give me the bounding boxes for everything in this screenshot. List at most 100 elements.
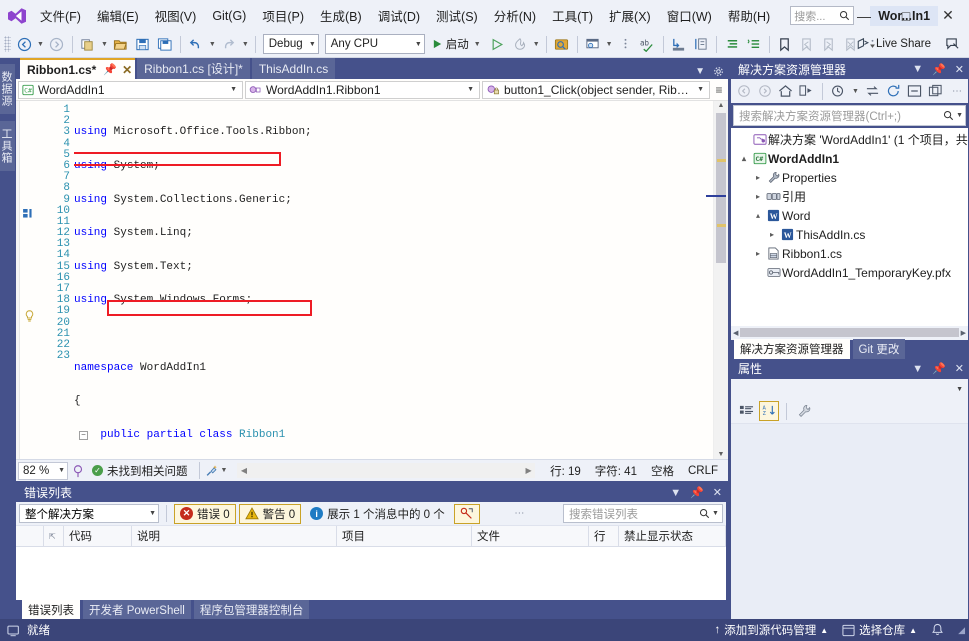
code-cleanup-icon[interactable] <box>204 464 219 478</box>
solution-explorer-horizontal-scrollbar[interactable]: ◀ ▶ <box>731 325 968 340</box>
solution-tree[interactable]: 解决方案 'WordAddIn1' (1 个项目，共 1 ▴ C# WordAd… <box>731 128 968 326</box>
redo-dropdown-icon[interactable]: ▼ <box>240 41 251 48</box>
menu-item-view[interactable]: 视图(V) <box>147 3 205 28</box>
error-scope-combo[interactable]: 整个解决方案 ▼ <box>19 504 159 523</box>
navigate-backward-icon[interactable] <box>13 33 35 55</box>
chevron-down-icon[interactable]: ▼ <box>912 63 923 75</box>
warnings-filter-toggle[interactable]: 警告 0 <box>238 503 302 524</box>
pending-changes-icon[interactable] <box>829 82 848 101</box>
line-ending-status[interactable]: CRLF <box>681 465 728 477</box>
build-intellisense-filter-toggle[interactable] <box>453 503 480 524</box>
errors-filter-toggle[interactable]: ✕ 错误 0 <box>174 503 236 524</box>
minimize-button[interactable]: — <box>843 0 885 31</box>
home-icon[interactable] <box>776 82 795 101</box>
nav-project-combo[interactable]: C# WordAddIn1 ▼ <box>18 80 243 99</box>
tree-expander[interactable]: ▴ <box>737 154 751 163</box>
feedback-icon[interactable] <box>941 33 963 55</box>
bottom-tab-package-manager-console[interactable]: 程序包管理器控制台 <box>193 599 310 620</box>
code-cleanup-dropdown-icon[interactable]: ▼ <box>219 467 230 474</box>
start-debug-button[interactable]: 启动 ▼ <box>428 36 487 52</box>
close-icon[interactable]: ✕ <box>122 63 132 77</box>
toolbar-overflow-icon[interactable]: ⋯ <box>514 508 528 519</box>
step-into-icon[interactable] <box>668 33 690 55</box>
navigate-back-icon[interactable] <box>734 82 753 101</box>
live-visual-tree-icon[interactable] <box>582 33 604 55</box>
previous-bookmark-icon[interactable] <box>796 33 818 55</box>
column-header-sort-icon[interactable]: ⇱ <box>44 525 64 547</box>
toolbar-grip[interactable] <box>4 36 11 52</box>
select-element-icon[interactable] <box>551 33 573 55</box>
menu-item-window[interactable]: 窗口(W) <box>659 3 720 28</box>
hot-reload-icon[interactable] <box>509 33 531 55</box>
categorized-view-icon[interactable] <box>736 401 756 421</box>
properties-grid[interactable] <box>731 423 968 619</box>
tree-node-references[interactable]: ▸ 引用 <box>731 187 968 206</box>
bottom-tab-error-list[interactable]: 错误列表 <box>22 599 80 620</box>
editor-vertical-scrollbar[interactable]: ▲ ▼ <box>713 101 728 459</box>
chevron-down-icon[interactable]: ▼ <box>912 363 923 375</box>
scroll-up-icon[interactable]: ▲ <box>714 102 728 109</box>
tree-expander[interactable]: ▸ <box>751 249 765 258</box>
bottom-tab-developer-powershell[interactable]: 开发者 PowerShell <box>83 599 191 620</box>
messages-filter-toggle[interactable]: i 展示 1 个消息中的 0 个 <box>304 504 451 524</box>
editor-tab-ribbon1-designer[interactable]: Ribbon1.cs [设计]* <box>137 58 250 79</box>
indent-block-icon[interactable] <box>690 33 712 55</box>
hot-reload-dropdown-icon[interactable]: ▼ <box>531 41 542 48</box>
pin-icon[interactable]: 📌 <box>690 486 704 499</box>
zoom-level-combo[interactable]: 82 % ▼ <box>18 461 68 480</box>
properties-page-icon[interactable] <box>794 401 814 421</box>
navigate-forward-icon[interactable] <box>755 82 774 101</box>
solution-configuration-combo[interactable]: Debug ▼ <box>262 34 319 54</box>
new-project-dropdown-icon[interactable]: ▼ <box>99 41 110 48</box>
refresh-icon[interactable] <box>884 82 903 101</box>
navigate-backward-dropdown-icon[interactable]: ▼ <box>35 41 46 48</box>
chevron-down-icon[interactable]: ▼ <box>712 510 719 517</box>
column-header-code[interactable]: 代码 <box>64 525 132 547</box>
chevron-down-icon[interactable]: ▼ <box>670 487 681 499</box>
column-header-suppression-state[interactable]: 禁止显示状态 <box>619 525 726 547</box>
pin-icon[interactable]: 📌 <box>932 362 946 375</box>
indentation-status[interactable]: 空格 <box>644 463 681 479</box>
split-editor-icon[interactable]: ≡ <box>712 83 726 97</box>
toolbar-overflow-icon[interactable]: ⋯ <box>952 86 965 97</box>
code-surface[interactable]: 1 2 3 4 5 6 7 8 9 10 11 12 13 14 15 16 1… <box>40 101 713 459</box>
scroll-right-icon[interactable]: ▶ <box>522 463 535 478</box>
next-bookmark-icon[interactable] <box>818 33 840 55</box>
save-all-icon[interactable] <box>154 33 176 55</box>
close-button[interactable]: ✕ <box>927 0 969 31</box>
tree-node-project-wordaddin1[interactable]: ▴ C# WordAddIn1 <box>731 149 968 168</box>
collapse-icon[interactable]: − <box>79 430 88 440</box>
scroll-left-icon[interactable]: ◀ <box>237 463 250 478</box>
solution-platform-combo[interactable]: Any CPU ▼ <box>324 34 425 54</box>
solution-explorer-search-input[interactable]: 搜索解决方案资源管理器(Ctrl+;) ▼ <box>733 105 966 126</box>
menu-item-tools[interactable]: 工具(T) <box>544 3 601 28</box>
close-icon[interactable]: ✕ <box>955 63 964 76</box>
nav-type-combo[interactable]: WordAddIn1.Ribbon1 ▼ <box>245 80 480 99</box>
alphabetical-view-icon[interactable]: AZ <box>759 401 779 421</box>
undo-dropdown-icon[interactable]: ▼ <box>207 41 218 48</box>
tab-git-changes[interactable]: Git 更改 <box>852 339 906 359</box>
undo-icon[interactable] <box>185 33 207 55</box>
show-all-files-icon[interactable] <box>926 82 945 101</box>
tree-expander[interactable]: ▸ <box>751 192 765 201</box>
tree-expander[interactable]: ▴ <box>751 211 765 220</box>
quick-actions-lightbulb-icon[interactable] <box>24 310 34 322</box>
maximize-button[interactable]: □ <box>885 0 927 31</box>
editor-horizontal-scrollbar[interactable]: ◀ ▶ <box>237 463 536 478</box>
scrollbar-thumb[interactable] <box>716 113 726 263</box>
start-without-debugging-icon[interactable] <box>487 33 509 55</box>
properties-object-combo[interactable]: ▼ <box>731 378 968 400</box>
spellcheck-icon[interactable]: ab <box>637 33 659 55</box>
column-header-description[interactable]: 说明 <box>132 525 337 547</box>
live-share-button[interactable]: Live Share <box>856 37 931 51</box>
nav-member-combo[interactable]: button1_Click(object sender, RibbonCo ▼ <box>482 80 710 99</box>
sidebar-tab-toolbox[interactable]: 工具箱 <box>0 121 15 171</box>
tree-expander[interactable]: ▸ <box>751 173 765 182</box>
more-options-icon[interactable] <box>615 33 637 55</box>
tree-node-thisaddin-cs[interactable]: ▸ W ThisAddIn.cs <box>731 225 968 244</box>
sync-with-active-document-icon[interactable] <box>863 82 882 101</box>
tab-solution-explorer[interactable]: 解决方案资源管理器 <box>734 339 850 359</box>
code-text[interactable]: −using Microsoft.Office.Tools.Ribbon; us… <box>74 101 713 459</box>
close-icon[interactable]: ✕ <box>713 486 722 499</box>
menu-item-project[interactable]: 项目(P) <box>254 3 312 28</box>
